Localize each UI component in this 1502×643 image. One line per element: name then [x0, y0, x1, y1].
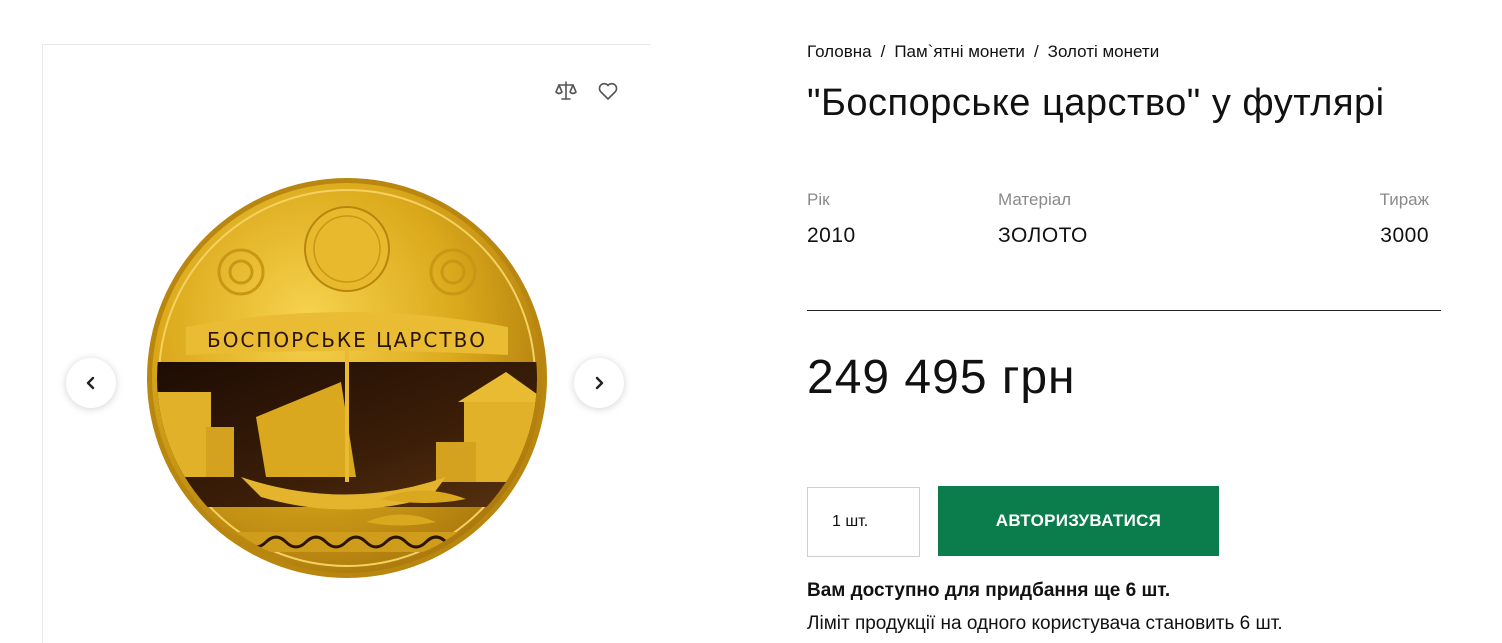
heart-icon[interactable]: [596, 79, 620, 103]
specs-divider: [807, 310, 1441, 311]
chevron-left-icon: [86, 376, 95, 390]
authorize-button[interactable]: АВТОРИЗУВАТИСЯ: [938, 486, 1219, 556]
quantity-field[interactable]: 1 шт.: [807, 487, 920, 557]
spec-material-value: ЗОЛОТО: [998, 224, 1088, 247]
spec-material-label: Матеріал: [998, 190, 1072, 209]
breadcrumb-separator: /: [880, 42, 886, 61]
breadcrumb-gold-coins[interactable]: Золоті монети: [1048, 42, 1160, 61]
spec-mintage: Тираж 3000: [1380, 190, 1429, 248]
gallery-next-button[interactable]: [574, 358, 624, 408]
spec-mintage-value: 3000: [1380, 224, 1429, 247]
product-title: "Боспорське царство" у футлярі: [807, 82, 1385, 124]
availability-text: Вам доступно для придбання ще 6 шт.: [807, 580, 1171, 601]
product-page: БОСПОРСЬКЕ ЦАРСТВО Головна / Пам`ятні моне…: [0, 0, 1502, 643]
coin-image: БОСПОРСЬКЕ ЦАРСТВО: [146, 177, 548, 579]
spec-mintage-label: Тираж: [1379, 190, 1429, 209]
gallery-actions: [554, 79, 620, 103]
scales-icon[interactable]: [554, 79, 578, 103]
spec-year: Рік 2010: [807, 190, 856, 248]
breadcrumb-commemorative-coins[interactable]: Пам`ятні монети: [894, 42, 1025, 61]
spec-year-value: 2010: [807, 224, 856, 247]
breadcrumb-separator: /: [1033, 42, 1039, 61]
breadcrumb: Головна / Пам`ятні монети / Золоті монети: [807, 42, 1159, 62]
spec-year-label: Рік: [807, 190, 830, 209]
product-specs: Рік 2010 Матеріал ЗОЛОТО Тираж 3000: [807, 190, 1441, 260]
gallery-prev-button[interactable]: [66, 358, 116, 408]
limit-text: Ліміт продукції на одного користувача ст…: [807, 613, 1283, 634]
breadcrumb-home[interactable]: Головна: [807, 42, 872, 61]
product-gallery: БОСПОРСЬКЕ ЦАРСТВО: [42, 44, 650, 643]
coin-inscription: БОСПОРСЬКЕ ЦАРСТВО: [207, 328, 487, 352]
spec-material: Матеріал ЗОЛОТО: [998, 190, 1088, 248]
chevron-right-icon: [595, 376, 604, 390]
product-price: 249 495 грн: [807, 351, 1076, 404]
